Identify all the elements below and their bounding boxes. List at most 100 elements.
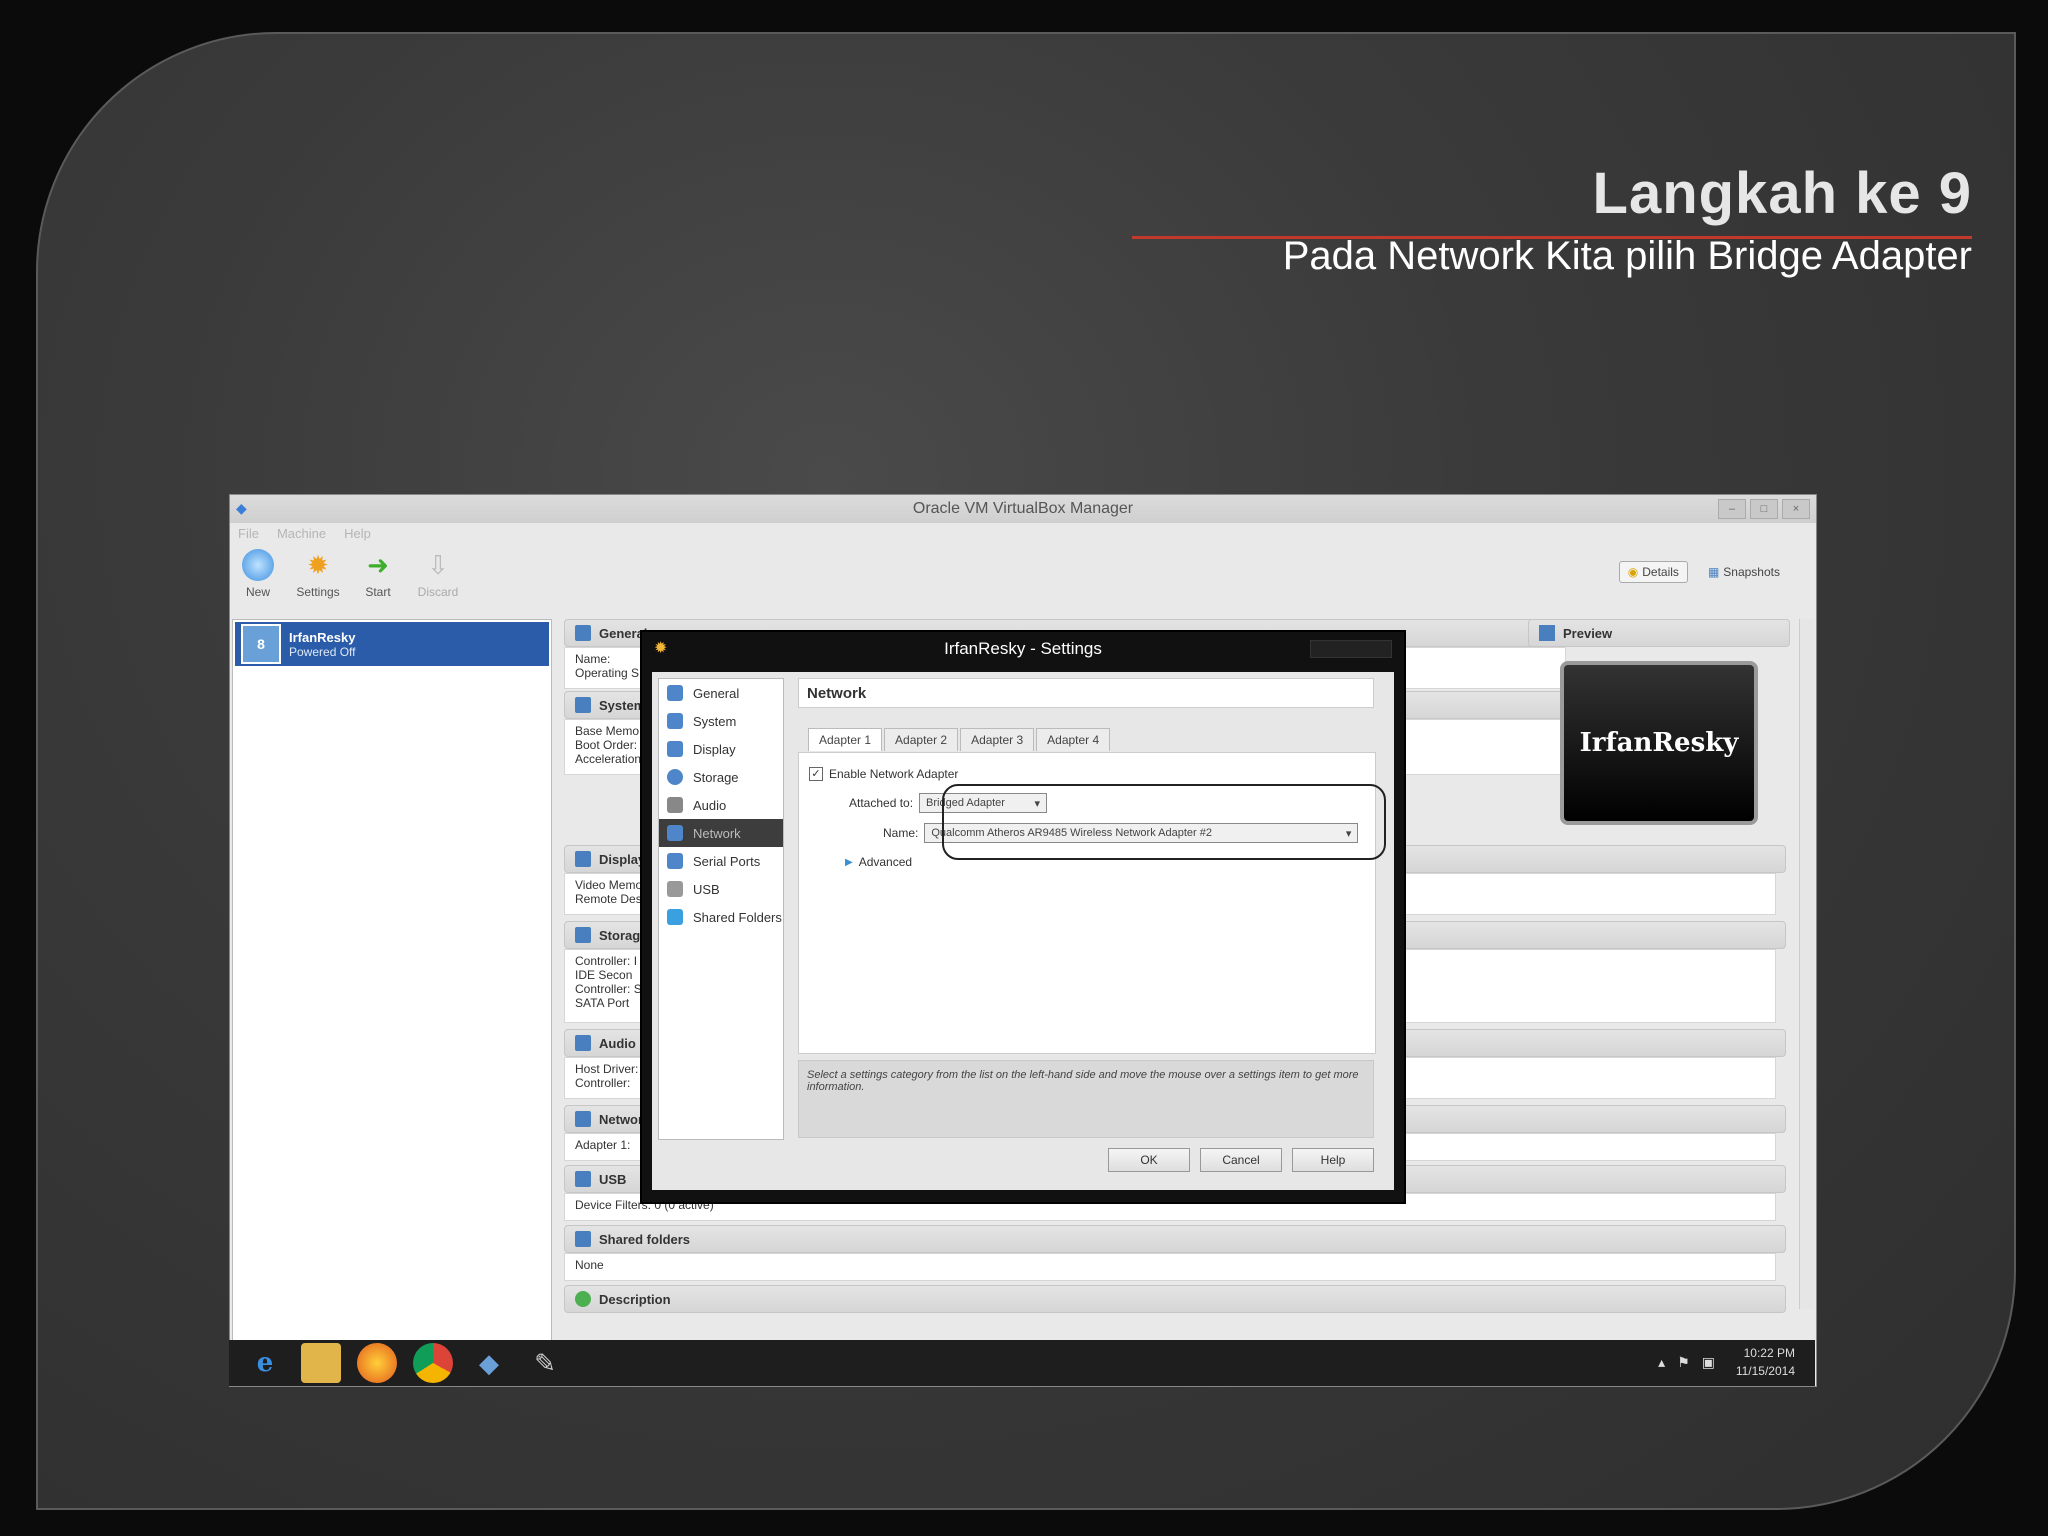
menu-machine[interactable]: Machine <box>277 526 326 541</box>
attached-to-label: Attached to: <box>849 796 914 810</box>
new-label: New <box>245 585 270 599</box>
preview-panel: Preview IrfanResky <box>1528 619 1790 847</box>
menu-file[interactable]: File <box>238 526 259 541</box>
gear-icon: ✹ <box>654 640 668 657</box>
category-shared-folders[interactable]: Shared Folders <box>659 903 783 931</box>
category-general[interactable]: General <box>659 679 783 707</box>
settings-button[interactable]: ✹ Settings <box>294 543 342 599</box>
advanced-toggle[interactable]: ▶ Advanced <box>845 855 912 869</box>
preview-head[interactable]: Preview <box>1528 619 1790 647</box>
slide-subtitle: Pada Network Kita pilih Bridge Adapter <box>1282 234 1972 278</box>
flag-icon[interactable]: ⚑ <box>1677 1354 1690 1371</box>
dialog-window-controls[interactable] <box>1310 640 1392 658</box>
audio-icon <box>575 1035 591 1051</box>
vm-state: Powered Off <box>289 644 356 659</box>
windows-8-os-icon: 8 <box>241 624 281 664</box>
new-button[interactable]: New <box>234 543 282 599</box>
section-description-head[interactable]: Description <box>564 1285 1786 1313</box>
preview-screen: IrfanResky <box>1560 661 1758 825</box>
clock-time: 10:22 PM <box>1743 1346 1795 1360</box>
shared-folders-icon <box>575 1231 591 1247</box>
preview-icon <box>1539 625 1555 641</box>
internet-explorer-icon[interactable]: e <box>245 1343 285 1383</box>
category-list: General System Display Storage Audio Net… <box>658 678 784 1140</box>
hand-drawn-highlight <box>942 784 1386 860</box>
category-display[interactable]: Display <box>659 735 783 763</box>
category-storage[interactable]: Storage <box>659 763 783 791</box>
start-label: Start <box>365 585 391 599</box>
storage-icon <box>667 769 683 785</box>
paint-icon[interactable]: ✎ <box>525 1343 565 1383</box>
general-icon <box>575 625 591 641</box>
system-icon <box>667 713 683 729</box>
details-button[interactable]: ◉ Details <box>1618 561 1688 583</box>
gear-icon: ✹ <box>307 550 329 580</box>
window-titlebar: ◆ Oracle VM VirtualBox Manager – □ × <box>230 495 1816 523</box>
advanced-label: Advanced <box>858 855 913 869</box>
description-icon <box>575 1291 591 1307</box>
settings-dialog: ✹ IrfanResky - Settings General System D… <box>640 630 1406 1204</box>
new-icon <box>242 549 274 581</box>
menu-bar: File Machine Help <box>230 523 1816 543</box>
vm-list: 8 IrfanResky Powered Off <box>232 619 552 1341</box>
dialog-body: General System Display Storage Audio Net… <box>652 672 1394 1190</box>
display-icon <box>667 741 683 757</box>
vm-list-item[interactable]: 8 IrfanResky Powered Off <box>235 622 549 666</box>
firefox-icon[interactable] <box>357 1343 397 1383</box>
snapshots-label: Snapshots <box>1723 565 1780 579</box>
slide-title: Langkah ke 9 <box>1592 161 1972 226</box>
discard-arrow-icon: ⇩ <box>427 550 449 580</box>
cancel-button[interactable]: Cancel <box>1200 1148 1282 1172</box>
tab-adapter-1[interactable]: Adapter 1 <box>808 728 883 751</box>
minimize-button[interactable]: – <box>1718 499 1746 519</box>
details-icon: ◉ <box>1627 565 1639 579</box>
display-icon <box>575 851 591 867</box>
usb-icon <box>575 1171 591 1187</box>
snapshots-button[interactable]: ▦ Snapshots <box>1700 561 1788 583</box>
ok-button[interactable]: OK <box>1108 1148 1190 1172</box>
usb-icon <box>667 881 683 897</box>
clock[interactable]: 10:22 PM 11/15/2014 <box>1736 1344 1795 1380</box>
network-tray-icon[interactable]: ▣ <box>1702 1354 1715 1371</box>
category-audio[interactable]: Audio <box>659 791 783 819</box>
settings-label: Settings <box>296 585 340 599</box>
start-arrow-icon: ➜ <box>367 550 389 580</box>
category-usb[interactable]: USB <box>659 875 783 903</box>
discard-label: Discard <box>417 585 459 599</box>
audio-icon <box>667 797 683 813</box>
tray-expand-icon[interactable]: ▴ <box>1658 1354 1665 1371</box>
tab-adapter-2[interactable]: Adapter 2 <box>884 728 959 751</box>
snapshots-icon: ▦ <box>1707 565 1720 579</box>
dialog-titlebar: ✹ IrfanResky - Settings <box>642 632 1404 666</box>
menu-help[interactable]: Help <box>344 526 371 541</box>
enable-adapter-checkbox[interactable]: ✓ <box>809 767 823 781</box>
discard-button[interactable]: ⇩ Discard <box>414 543 462 599</box>
category-system[interactable]: System <box>659 707 783 735</box>
start-button[interactable]: ➜ Start <box>354 543 402 599</box>
close-button[interactable]: × <box>1782 499 1810 519</box>
network-icon <box>667 825 683 841</box>
shared-folders-icon <box>667 909 683 925</box>
network-icon <box>575 1111 591 1127</box>
tab-adapter-4[interactable]: Adapter 4 <box>1036 728 1111 751</box>
system-icon <box>575 697 591 713</box>
toolbar: New ✹ Settings ➜ Start ⇩ Discard ◉ Detai… <box>230 543 1816 613</box>
chrome-icon[interactable] <box>413 1343 453 1383</box>
maximize-button[interactable]: □ <box>1750 499 1778 519</box>
adapter-tabs: Adapter 1 Adapter 2 Adapter 3 Adapter 4 <box>808 728 1111 751</box>
enable-adapter-label: Enable Network Adapter <box>829 767 959 781</box>
category-network[interactable]: Network <box>659 819 783 847</box>
tab-adapter-3[interactable]: Adapter 3 <box>960 728 1035 751</box>
details-label: Details <box>1642 565 1679 579</box>
category-serial-ports[interactable]: Serial Ports <box>659 847 783 875</box>
file-explorer-icon[interactable] <box>301 1343 341 1383</box>
virtualbox-icon[interactable]: ◆ <box>469 1343 509 1383</box>
info-panel: Select a settings category from the list… <box>798 1060 1374 1138</box>
section-shared-folders-head[interactable]: Shared folders <box>564 1225 1786 1253</box>
windows-taskbar: e ◆ ✎ ▴ ⚑ ▣ 10:22 PM 11/15/2014 <box>229 1340 1815 1386</box>
panel-title: Network <box>798 678 1374 708</box>
serial-ports-icon <box>667 853 683 869</box>
window-title: Oracle VM VirtualBox Manager <box>912 500 1134 517</box>
details-scrollbar[interactable] <box>1799 619 1814 1309</box>
help-button[interactable]: Help <box>1292 1148 1374 1172</box>
